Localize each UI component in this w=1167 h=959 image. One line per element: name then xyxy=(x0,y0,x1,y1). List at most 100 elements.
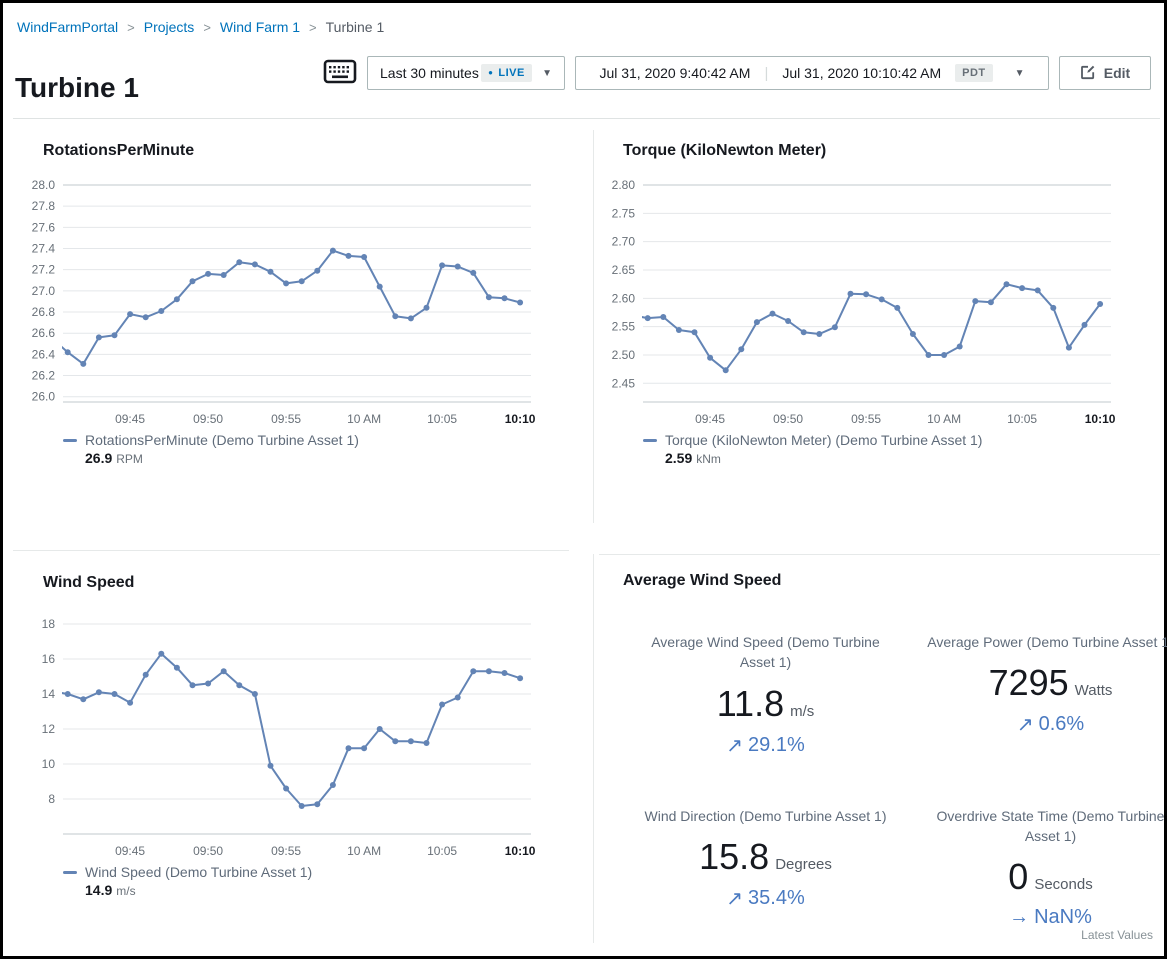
breadcrumb-portal[interactable]: WindFarmPortal xyxy=(17,19,118,35)
svg-text:10:10: 10:10 xyxy=(505,844,536,858)
legend-latest-value: 2.59 xyxy=(665,450,692,466)
kpi-label: Overdrive State Time (Demo Turbine Asset… xyxy=(925,806,1167,847)
kpi-value: 15.8 xyxy=(699,836,769,877)
chevron-down-icon: ▼ xyxy=(1015,68,1025,79)
svg-text:26.2: 26.2 xyxy=(32,369,56,383)
svg-text:26.4: 26.4 xyxy=(32,347,56,361)
kpi-value: 11.8 xyxy=(717,683,784,724)
svg-text:2.75: 2.75 xyxy=(612,206,636,220)
live-dot-icon: ● xyxy=(488,69,493,77)
svg-text:8: 8 xyxy=(48,792,55,806)
svg-text:09:45: 09:45 xyxy=(115,412,145,426)
widget-torque: Torque (KiloNewton Meter) 2.802.752.702.… xyxy=(593,118,1167,550)
chart-legend: Torque (KiloNewton Meter) (Demo Turbine … xyxy=(643,432,1167,466)
svg-text:10:05: 10:05 xyxy=(427,844,457,858)
svg-text:27.8: 27.8 xyxy=(32,199,56,213)
breadcrumb-projects[interactable]: Projects xyxy=(144,19,195,35)
breadcrumb-separator-icon: > xyxy=(127,20,135,35)
kpi-grid: Average Wind Speed (Demo Turbine Asset 1… xyxy=(623,632,1163,929)
keyboard-shortcuts-button[interactable] xyxy=(323,58,357,88)
svg-text:10 AM: 10 AM xyxy=(347,844,381,858)
chart-legend: Wind Speed (Demo Turbine Asset 1) 14.9 m/… xyxy=(63,864,593,898)
kpi-label: Average Wind Speed (Demo Turbine Asset 1… xyxy=(640,632,892,673)
date-range-picker[interactable]: Jul 31, 2020 9:40:42 AM | Jul 31, 2020 1… xyxy=(575,56,1049,90)
svg-text:26.6: 26.6 xyxy=(32,326,56,340)
svg-text:10:10: 10:10 xyxy=(1085,412,1116,426)
widget-title: RotationsPerMinute xyxy=(43,142,593,160)
widget-average-wind-speed-kpi: Average Wind Speed Average Wind Speed (D… xyxy=(593,550,1167,955)
svg-text:12: 12 xyxy=(42,722,56,736)
svg-text:27.4: 27.4 xyxy=(32,242,56,256)
kpi-value: 0 xyxy=(1008,856,1028,897)
svg-text:09:55: 09:55 xyxy=(271,412,301,426)
svg-text:09:50: 09:50 xyxy=(193,412,223,426)
svg-text:27.0: 27.0 xyxy=(32,284,56,298)
live-label: LIVE xyxy=(498,67,524,79)
date-start: Jul 31, 2020 9:40:42 AM xyxy=(599,65,750,81)
svg-text:27.2: 27.2 xyxy=(32,263,56,277)
legend-series-name: Torque (KiloNewton Meter) (Demo Turbine … xyxy=(665,432,982,448)
svg-text:26.8: 26.8 xyxy=(32,305,56,319)
kpi-trend-value: 35.4% xyxy=(748,887,805,910)
breadcrumb-separator-icon: > xyxy=(203,20,211,35)
wind-speed-chart[interactable]: 1816141210809:4509:5009:5510 AM10:0510:1… xyxy=(11,600,551,862)
svg-text:2.65: 2.65 xyxy=(612,263,636,277)
svg-text:09:50: 09:50 xyxy=(193,844,223,858)
widget-title: Wind Speed xyxy=(43,574,593,592)
svg-text:14: 14 xyxy=(42,687,56,701)
svg-text:09:45: 09:45 xyxy=(695,412,725,426)
kpi-trend-value: 29.1% xyxy=(748,734,805,757)
page-title: Turbine 1 xyxy=(15,72,139,104)
kpi-overdrive-state-time: Overdrive State Time (Demo Turbine Asset… xyxy=(908,806,1167,930)
chevron-down-icon: ▼ xyxy=(542,68,552,79)
legend-line-icon xyxy=(643,439,657,442)
kpi-trend-value: NaN% xyxy=(1034,906,1092,929)
legend-latest-value: 14.9 xyxy=(85,882,112,898)
widget-title: Average Wind Speed xyxy=(623,572,1167,590)
legend-unit: m/s xyxy=(116,884,135,898)
time-range-dropdown[interactable]: Last 30 minutes ● LIVE ▼ xyxy=(367,56,565,90)
svg-text:27.6: 27.6 xyxy=(32,220,56,234)
edit-button[interactable]: Edit xyxy=(1059,56,1151,90)
svg-text:10 AM: 10 AM xyxy=(927,412,961,426)
kpi-average-power: Average Power (Demo Turbine Asset 1) 729… xyxy=(908,632,1167,758)
time-range-label: Last 30 minutes xyxy=(380,65,479,81)
svg-text:26.0: 26.0 xyxy=(32,390,56,404)
trend-up-icon: ↗ xyxy=(726,733,743,758)
live-badge: ● LIVE xyxy=(481,64,532,82)
breadcrumb-wind-farm[interactable]: Wind Farm 1 xyxy=(220,19,300,35)
torque-chart[interactable]: 2.802.752.702.652.602.552.502.4509:4509:… xyxy=(591,168,1131,430)
trend-up-icon: ↗ xyxy=(1017,712,1034,737)
legend-unit: RPM xyxy=(116,452,143,466)
svg-text:2.50: 2.50 xyxy=(612,348,636,362)
rotations-per-minute-chart[interactable]: 28.027.827.627.427.227.026.826.626.426.2… xyxy=(11,168,551,430)
legend-line-icon xyxy=(63,871,77,874)
kpi-wind-direction: Wind Direction (Demo Turbine Asset 1) 15… xyxy=(623,806,908,930)
svg-text:09:55: 09:55 xyxy=(851,412,881,426)
svg-text:18: 18 xyxy=(42,617,56,631)
edit-button-label: Edit xyxy=(1104,65,1130,81)
timezone-badge: PDT xyxy=(955,64,993,82)
edit-icon xyxy=(1080,64,1096,83)
breadcrumb-separator-icon: > xyxy=(309,20,317,35)
kpi-unit: Degrees xyxy=(775,856,832,873)
legend-series-name: Wind Speed (Demo Turbine Asset 1) xyxy=(85,864,312,880)
svg-text:10:05: 10:05 xyxy=(1007,412,1037,426)
date-separator: | xyxy=(764,65,768,82)
svg-text:10 AM: 10 AM xyxy=(347,412,381,426)
legend-line-icon xyxy=(63,439,77,442)
trend-flat-icon: → xyxy=(1009,906,1029,929)
breadcrumb: WindFarmPortal > Projects > Wind Farm 1 … xyxy=(17,19,384,35)
svg-text:2.70: 2.70 xyxy=(612,235,636,249)
svg-text:09:55: 09:55 xyxy=(271,844,301,858)
kpi-label: Average Power (Demo Turbine Asset 1) xyxy=(925,632,1167,652)
svg-text:2.55: 2.55 xyxy=(612,320,636,334)
kpi-unit: Seconds xyxy=(1034,876,1092,893)
kpi-average-wind-speed: Average Wind Speed (Demo Turbine Asset 1… xyxy=(623,632,908,758)
keyboard-icon xyxy=(323,58,357,88)
kpi-trend-value: 0.6% xyxy=(1039,713,1085,736)
chart-legend: RotationsPerMinute (Demo Turbine Asset 1… xyxy=(63,432,593,466)
dashboard-controls: Last 30 minutes ● LIVE ▼ Jul 31, 2020 9:… xyxy=(323,56,1151,90)
widget-wind-speed: Wind Speed 1816141210809:4509:5009:5510 … xyxy=(3,550,593,955)
date-end: Jul 31, 2020 10:10:42 AM xyxy=(782,65,941,81)
